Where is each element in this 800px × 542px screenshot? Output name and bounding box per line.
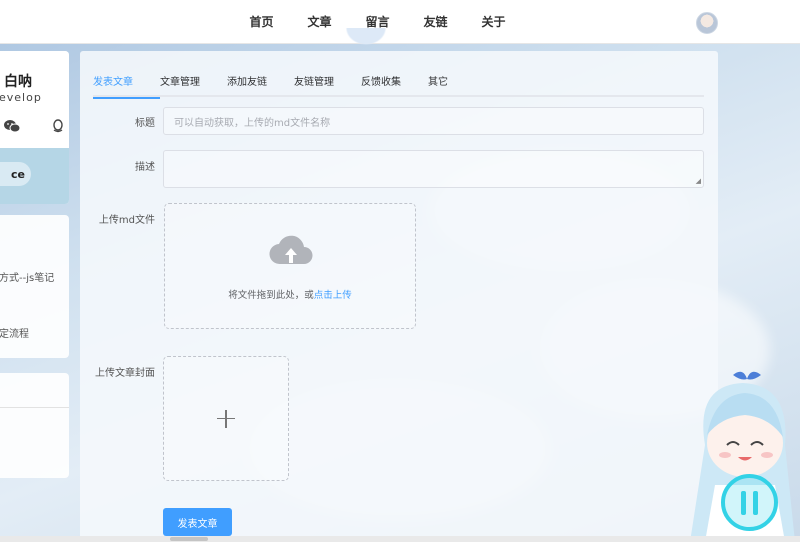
- tab-publish-article[interactable]: 发表文章: [93, 75, 160, 99]
- tab-add-friend-link[interactable]: 添加友链: [227, 75, 294, 97]
- upload-md-label: 上传md文件: [98, 215, 155, 226]
- description-textarea[interactable]: ◢: [163, 150, 704, 188]
- background-moon: [342, 28, 390, 48]
- user-avatar[interactable]: [696, 12, 718, 34]
- music-pause-button[interactable]: [721, 474, 778, 531]
- title-label: 标题: [135, 118, 155, 129]
- divider: [0, 407, 69, 408]
- tab-friend-link-manage[interactable]: 友链管理: [294, 75, 361, 97]
- click-to-upload-link[interactable]: 点击上传: [314, 290, 352, 301]
- profile-card: 白呐 evelop ce: [0, 51, 69, 204]
- tab-other[interactable]: 其它: [428, 75, 468, 97]
- horizontal-scrollbar[interactable]: [0, 536, 800, 542]
- plus-icon: [217, 409, 235, 428]
- qq-icon[interactable]: [52, 119, 64, 137]
- pause-icon: [741, 490, 746, 515]
- recent-articles-card: 方式--js笔记 定流程: [0, 215, 69, 358]
- scrollbar-thumb[interactable]: [170, 537, 208, 541]
- resize-handle[interactable]: ◢: [696, 177, 701, 185]
- profile-pill-button[interactable]: ce: [0, 162, 31, 186]
- upload-hint: 将文件拖到此处，或点击上传: [165, 287, 415, 301]
- title-input[interactable]: 可以自动获取，上传的md文件名称: [163, 107, 704, 135]
- cover-upload-label: 上传文章封面: [95, 368, 155, 379]
- nav-articles[interactable]: 文章: [307, 13, 331, 30]
- nav-home[interactable]: 首页: [249, 13, 273, 30]
- cloud-upload-icon: [269, 234, 313, 270]
- nav-about[interactable]: 关于: [482, 13, 506, 30]
- recent-article-item[interactable]: 方式--js笔记: [0, 269, 54, 284]
- top-nav-bar: 首页 文章 留言 友链 关于: [0, 0, 800, 44]
- tab-feedback[interactable]: 反馈收集: [361, 75, 428, 97]
- upload-hint-text: 将文件拖到此处，或: [228, 290, 314, 301]
- admin-panel: 发表文章 文章管理 添加友链 友链管理 反馈收集 其它 标题 可以自动获取，上传…: [80, 51, 718, 542]
- pause-icon: [753, 490, 758, 515]
- cover-upload-box[interactable]: [163, 356, 289, 481]
- tab-article-manage[interactable]: 文章管理: [160, 75, 227, 97]
- publish-article-button[interactable]: 发表文章: [163, 508, 232, 536]
- recent-article-item[interactable]: 定流程: [0, 325, 29, 340]
- profile-subtitle: evelop: [0, 91, 42, 104]
- nav-friend-links[interactable]: 友链: [424, 13, 448, 30]
- wechat-icon[interactable]: [4, 119, 21, 137]
- profile-name: 白呐: [4, 74, 32, 90]
- sidebar-card: [0, 373, 69, 478]
- md-upload-dropzone[interactable]: 将文件拖到此处，或点击上传: [164, 203, 416, 329]
- admin-tabs: 发表文章 文章管理 添加友链 友链管理 反馈收集 其它: [93, 75, 704, 99]
- description-label: 描述: [135, 162, 155, 173]
